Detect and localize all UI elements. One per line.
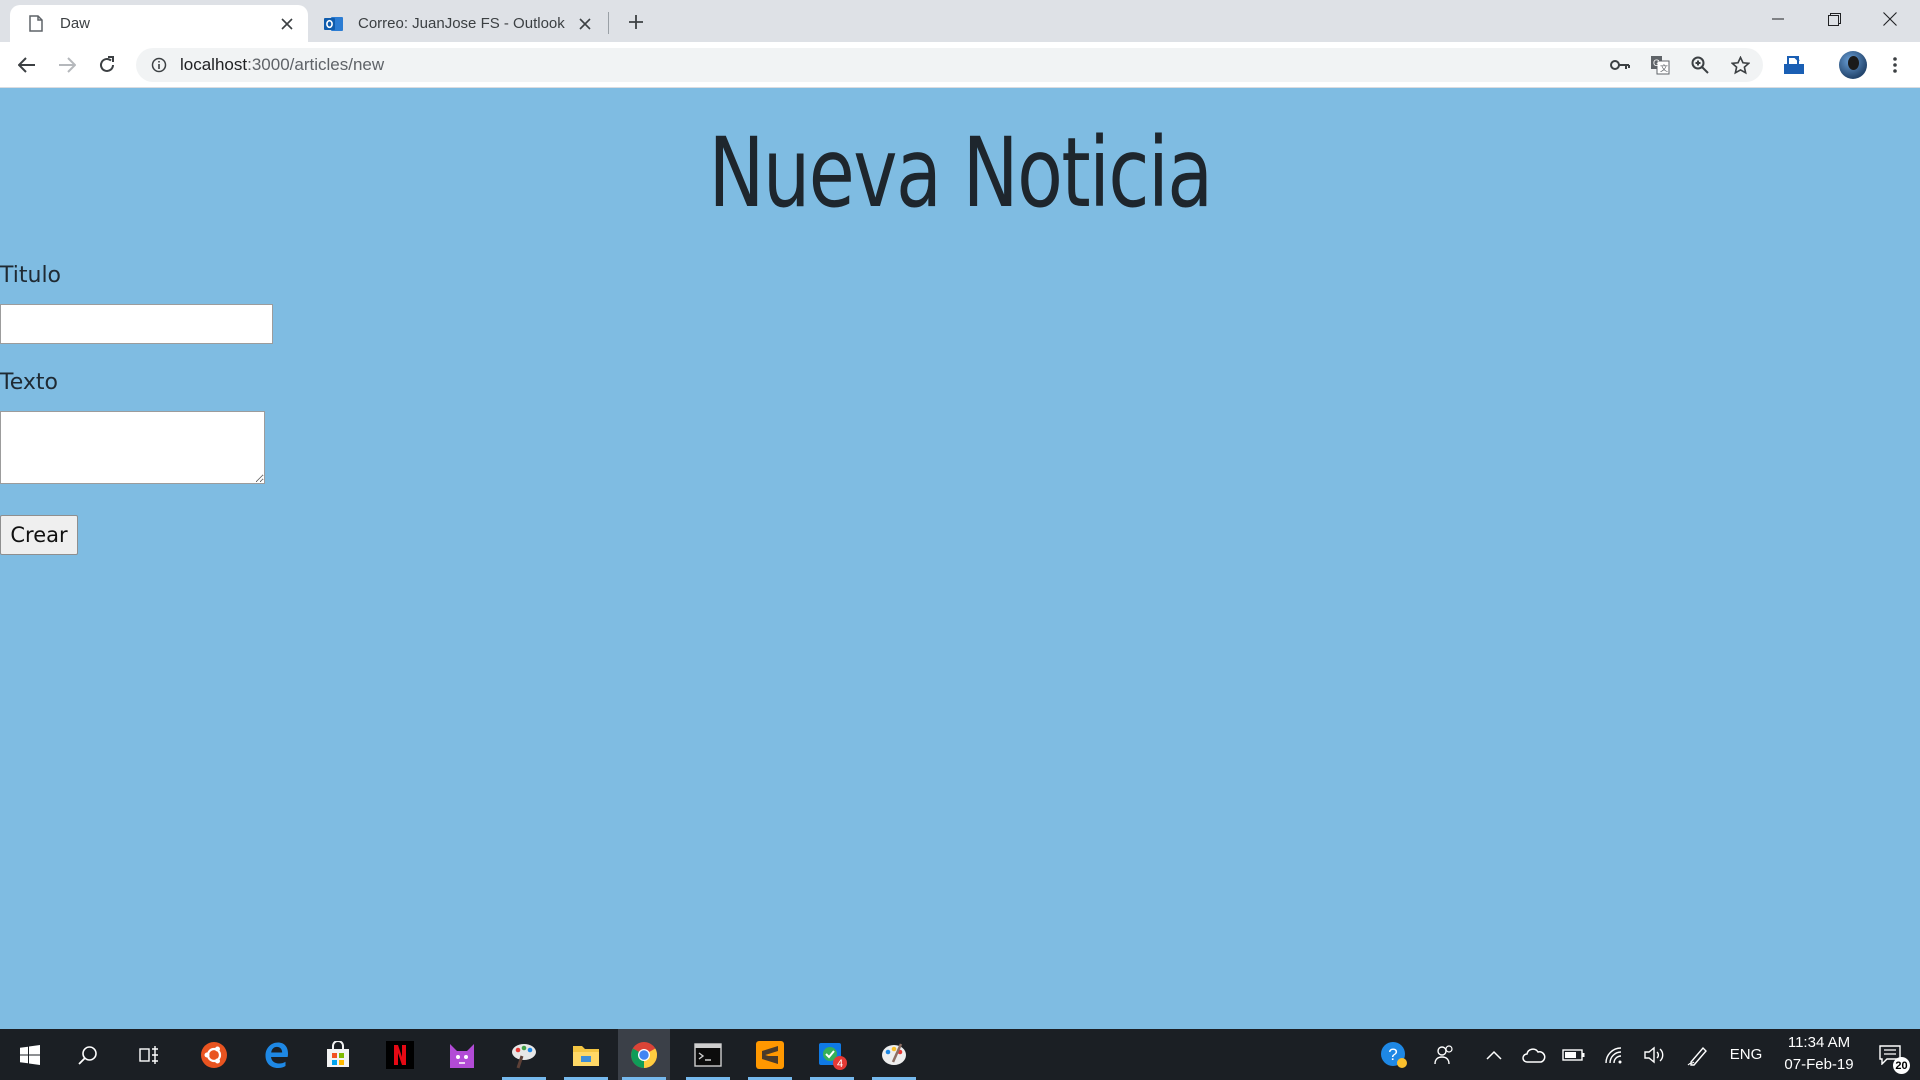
windows-taskbar: 4 ? ENG 11:34 AM 07-Feb-19 20 [0,1029,1920,1080]
tab-outlook[interactable]: Correo: JuanJose FS - Outlook [312,5,606,42]
notification-center-icon[interactable]: 20 [1864,1029,1916,1080]
people-icon[interactable] [1424,1029,1464,1080]
svg-text:文: 文 [1660,63,1668,73]
onedrive-icon[interactable] [1516,1029,1552,1080]
pen-ink-icon[interactable] [1680,1029,1716,1080]
url-text: localhost:3000/articles/new [180,55,384,75]
new-tab-button[interactable] [622,8,650,36]
edge-icon[interactable] [250,1029,302,1080]
extension-icon[interactable] [1780,51,1808,79]
site-info-icon[interactable] [148,54,170,76]
notification-count-badge: 20 [1893,1057,1910,1074]
battery-icon[interactable] [1556,1029,1592,1080]
titulo-label: Titulo [0,263,62,288]
ubuntu-icon[interactable] [188,1029,240,1080]
store-icon[interactable] [312,1029,364,1080]
terminal-icon[interactable] [682,1029,734,1080]
task-view-icon[interactable] [124,1029,176,1080]
key-icon[interactable] [1610,55,1630,75]
sublime-text-icon[interactable] [744,1029,796,1080]
paint-app-icon[interactable] [498,1029,550,1080]
zoom-icon[interactable] [1690,55,1710,75]
page-content: Nueva Noticia Titulo Texto Crear [0,88,1920,1029]
language-indicator[interactable]: ENG [1724,1029,1768,1080]
crear-button[interactable]: Crear [0,515,78,555]
chevron-up-icon[interactable] [1476,1029,1512,1080]
reload-button[interactable] [91,49,123,81]
page-icon [26,14,46,34]
forward-button[interactable] [51,49,83,81]
url-path: :3000/articles/new [247,55,385,74]
netflix-icon[interactable] [374,1029,426,1080]
titulo-input[interactable] [0,304,273,344]
browser-toolbar: localhost:3000/articles/new G文 [0,42,1920,88]
svg-text:?: ? [1388,1045,1397,1064]
menu-kebab-icon[interactable] [1881,51,1909,79]
tab-title: Daw [60,15,91,32]
close-tab-icon[interactable] [572,11,598,37]
minimize-button[interactable] [1750,0,1806,38]
texto-label: Texto [0,370,58,395]
texto-textarea[interactable] [0,411,265,484]
close-tab-icon[interactable] [274,11,300,37]
address-bar[interactable]: localhost:3000/articles/new G文 [136,48,1763,82]
clock-time: 11:34 AM [1787,1034,1851,1051]
wifi-icon[interactable] [1596,1029,1632,1080]
mail-icon[interactable]: 4 [806,1029,858,1080]
tab-separator [608,12,609,34]
file-explorer-icon[interactable] [560,1029,612,1080]
start-button[interactable] [4,1029,56,1080]
chrome-icon[interactable] [618,1029,670,1080]
close-window-button[interactable] [1862,0,1918,38]
page-title: Nueva Noticia [708,117,1213,229]
tab-title: Correo: JuanJose FS - Outlook [358,15,565,32]
url-host: localhost [180,55,248,74]
back-button[interactable] [11,49,43,81]
bookmark-star-icon[interactable] [1730,55,1750,75]
search-icon[interactable] [62,1029,114,1080]
outlook-icon [324,14,344,34]
purple-cat-app-icon[interactable] [436,1029,488,1080]
mail-badge: 4 [837,1058,843,1070]
tab-daw[interactable]: Daw [10,5,308,42]
volume-icon[interactable] [1636,1029,1672,1080]
clock-date: 07-Feb-19 [1784,1056,1854,1073]
browser-tab-strip: Daw Correo: JuanJose FS - Outlook [0,0,1920,42]
svg-text:G: G [1653,58,1660,68]
restore-button[interactable] [1806,0,1862,38]
profile-avatar[interactable] [1839,51,1867,79]
translate-icon[interactable]: G文 [1650,55,1670,75]
help-icon[interactable]: ? [1374,1029,1414,1080]
paint-3d-icon[interactable] [868,1029,920,1080]
clock[interactable]: 11:34 AM 07-Feb-19 [1768,1032,1870,1076]
